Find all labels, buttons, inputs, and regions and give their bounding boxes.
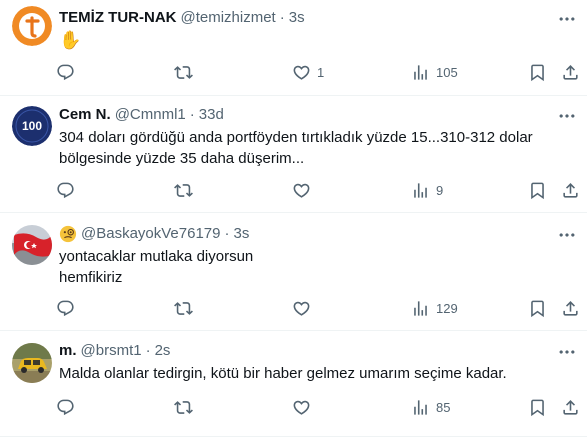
timestamp[interactable]: 3s — [289, 8, 305, 28]
bookmark-icon — [528, 63, 547, 82]
reply-icon — [56, 299, 75, 318]
reply-button[interactable] — [56, 396, 81, 418]
reply-icon — [56, 63, 75, 82]
tweet-text: Malda olanlar tedirgin, kötü bir haber g… — [59, 365, 507, 382]
avatar-logo-text: 100 — [22, 119, 42, 133]
views-button[interactable]: 85 — [411, 396, 450, 418]
retweet-icon — [174, 181, 193, 200]
reply-button[interactable] — [56, 61, 81, 83]
bar-chart-icon — [411, 299, 430, 318]
tweet[interactable]: 100 Cem N. @Cmnml1 · 33d 304 doları görd… — [0, 96, 587, 213]
bookmark-button[interactable] — [528, 297, 547, 319]
retweet-button[interactable] — [174, 396, 199, 418]
avatar[interactable] — [12, 343, 52, 383]
bookmark-icon — [528, 398, 547, 417]
bookmark-icon — [528, 181, 547, 200]
tweet-actions: 129 — [56, 297, 580, 319]
username[interactable]: @temizhizmet — [180, 8, 275, 28]
share-icon — [561, 299, 580, 318]
timestamp[interactable]: 33d — [199, 105, 224, 125]
views-button[interactable]: 9 — [411, 179, 443, 201]
username[interactable]: @BaskayokVe76179 — [81, 224, 221, 244]
heart-icon — [292, 181, 311, 200]
bar-chart-icon — [411, 181, 430, 200]
views-count: 129 — [436, 300, 458, 316]
like-button[interactable]: 1 — [292, 61, 324, 83]
tweet[interactable]: m. @brsmt1 · 2s Malda olanlar tedirgin, … — [0, 331, 587, 437]
tweet-text: 304 doları gördüğü anda portföyden tırtı… — [59, 129, 537, 167]
share-button[interactable] — [561, 61, 580, 83]
avatar[interactable] — [12, 225, 52, 265]
timestamp[interactable]: 2s — [155, 341, 171, 361]
reply-button[interactable] — [56, 179, 81, 201]
tweet-header: @BaskayokVe76179 · 3s — [59, 224, 249, 244]
tweet[interactable]: @BaskayokVe76179 · 3s yontacaklar mutlak… — [0, 213, 587, 331]
share-button[interactable] — [561, 297, 580, 319]
timeline-feed: TEMİZ TUR-NAK @temizhizmet · 3s ✋ 1 105 … — [0, 0, 587, 437]
share-icon — [561, 181, 580, 200]
like-count: 1 — [317, 64, 325, 80]
tweet-actions: 1 105 — [56, 61, 580, 83]
display-name[interactable]: m. — [59, 341, 77, 361]
share-icon — [561, 398, 580, 417]
more-options-icon[interactable] — [557, 9, 577, 29]
bookmark-button[interactable] — [528, 179, 547, 201]
share-button[interactable] — [561, 396, 580, 418]
more-options-icon[interactable] — [557, 106, 577, 126]
views-button[interactable]: 129 — [411, 297, 458, 319]
separator-dot: · — [279, 9, 285, 26]
more-options-icon[interactable] — [557, 225, 577, 245]
reply-icon — [56, 181, 75, 200]
retweet-button[interactable] — [174, 61, 199, 83]
retweet-icon — [174, 398, 193, 417]
retweet-icon — [174, 299, 193, 318]
username[interactable]: @brsmt1 — [81, 341, 142, 361]
tweet[interactable]: TEMİZ TUR-NAK @temizhizmet · 3s ✋ 1 105 — [0, 0, 587, 96]
monocle-face-emoji-icon — [59, 225, 77, 243]
like-button[interactable] — [292, 179, 317, 201]
separator-dot: · — [189, 106, 195, 123]
tweet-text: yontacaklar mutlaka diyorsun hemfikiriz — [59, 248, 254, 286]
tweet-actions: 85 — [56, 396, 580, 418]
views-count: 85 — [436, 399, 451, 415]
retweet-button[interactable] — [174, 297, 199, 319]
separator-dot: · — [224, 225, 230, 242]
flag-photo-avatar — [12, 225, 52, 265]
bookmark-button[interactable] — [528, 396, 547, 418]
share-button[interactable] — [561, 179, 580, 201]
retweet-icon — [174, 63, 193, 82]
bookmark-button[interactable] — [528, 61, 547, 83]
like-button[interactable] — [292, 396, 317, 418]
share-icon — [561, 63, 580, 82]
separator-dot: · — [145, 342, 151, 359]
username[interactable]: @Cmnml1 — [115, 105, 186, 125]
tweet-header: Cem N. @Cmnml1 · 33d — [59, 105, 224, 125]
display-name[interactable]: Cem N. — [59, 105, 111, 125]
views-button[interactable]: 105 — [411, 61, 458, 83]
navy-100-logo-avatar: 100 — [12, 106, 52, 146]
avatar[interactable]: 100 — [12, 106, 52, 146]
retweet-button[interactable] — [174, 179, 199, 201]
avatar[interactable] — [12, 6, 52, 46]
bookmark-icon — [528, 299, 547, 318]
orange-t-logo-avatar — [12, 6, 52, 46]
display-name[interactable]: TEMİZ TUR-NAK — [59, 8, 176, 28]
yellow-car-photo-avatar — [12, 343, 52, 383]
timestamp[interactable]: 3s — [234, 224, 250, 244]
heart-icon — [292, 299, 311, 318]
tweet-text: ✋ — [59, 30, 82, 50]
heart-icon — [292, 63, 311, 82]
reply-button[interactable] — [56, 297, 81, 319]
like-button[interactable] — [292, 297, 317, 319]
tweet-header: m. @brsmt1 · 2s — [59, 341, 170, 361]
heart-icon — [292, 398, 311, 417]
reply-icon — [56, 398, 75, 417]
views-count: 105 — [436, 64, 458, 80]
more-options-icon[interactable] — [557, 342, 577, 362]
tweet-actions: 9 — [56, 179, 580, 201]
bar-chart-icon — [411, 398, 430, 417]
views-count: 9 — [436, 182, 444, 198]
bar-chart-icon — [411, 63, 430, 82]
tweet-header: TEMİZ TUR-NAK @temizhizmet · 3s — [59, 8, 305, 28]
